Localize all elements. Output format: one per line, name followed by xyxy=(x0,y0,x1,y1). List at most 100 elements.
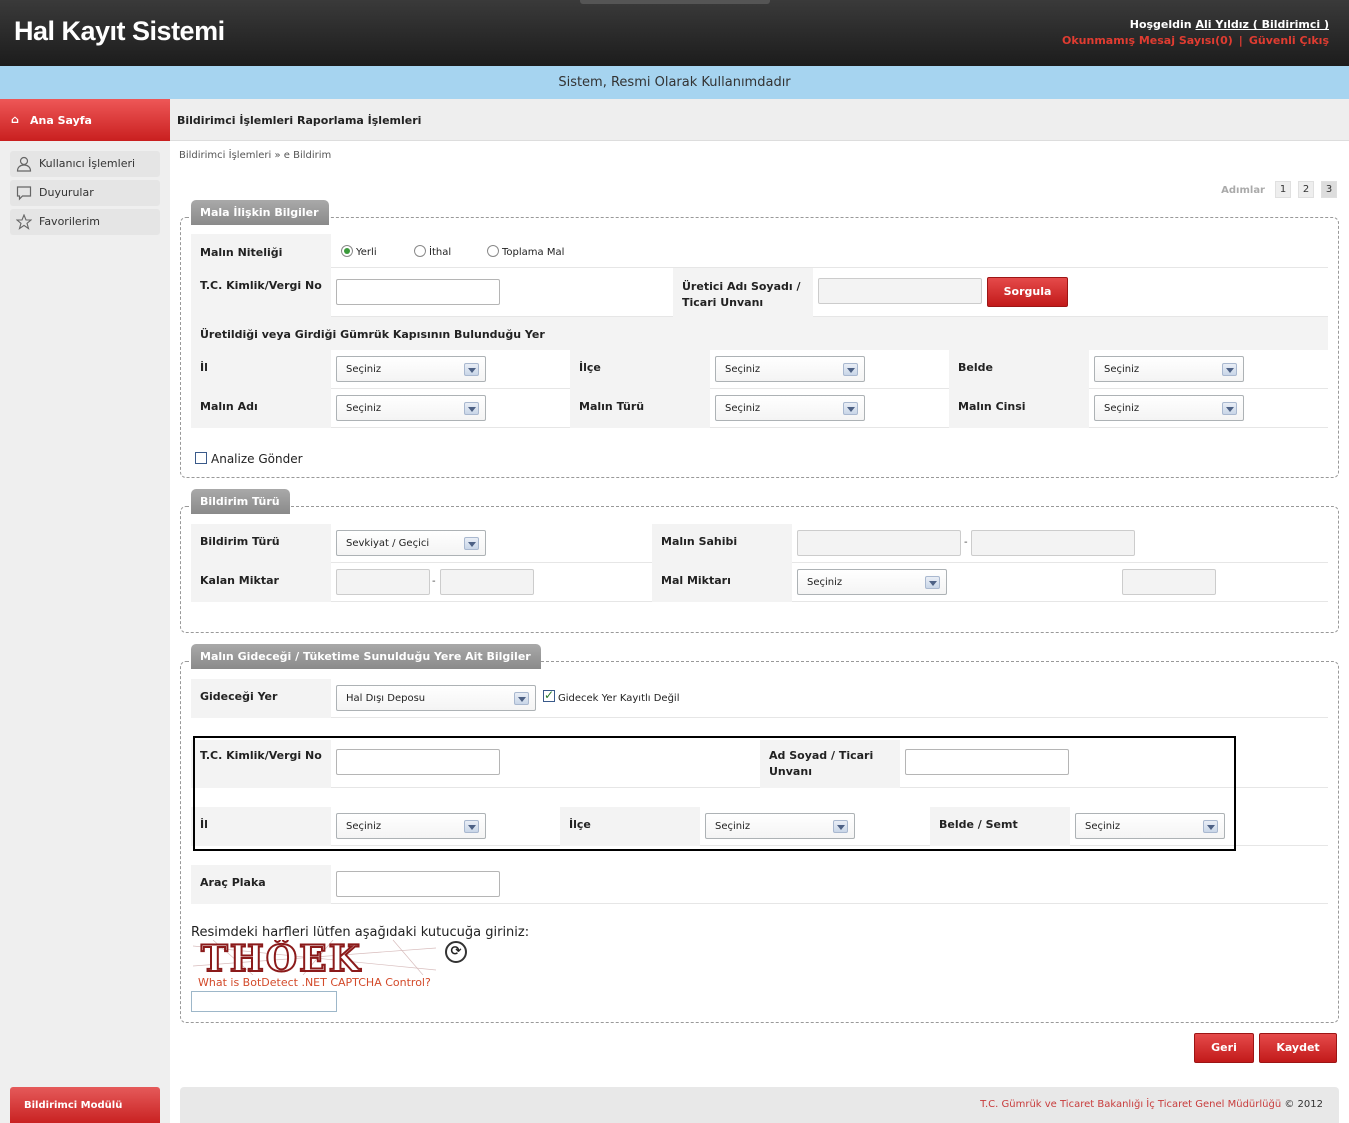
analize-checkbox[interactable] xyxy=(195,452,207,464)
chevron-down-icon xyxy=(843,402,858,415)
footer-text: T.C. Gümrük ve Ticaret Bakanlığı İç Tica… xyxy=(980,1099,1323,1110)
steps: Adımlar 1 2 3 xyxy=(1217,181,1337,201)
label-malin-cinsi: Malın Cinsi xyxy=(949,389,1089,428)
chevron-down-icon xyxy=(514,692,529,705)
highlight-box xyxy=(193,736,1236,851)
malin-sahibi-input-2[interactable] xyxy=(971,530,1135,556)
label-gidecegi-yer: Gideceği Yer xyxy=(191,679,331,718)
bildirim-turu-select[interactable]: Sevkiyat / Geçici xyxy=(336,530,486,556)
breadcrumb: Bildirimci İşlemleri » e Bildirim xyxy=(179,150,332,161)
step-1[interactable]: 1 xyxy=(1275,181,1291,198)
kalan-miktar-input-1[interactable] xyxy=(336,569,430,595)
malin-cinsi-select-value: Seçiniz xyxy=(1104,403,1140,414)
malin-cinsi-select[interactable]: Seçiniz xyxy=(1094,395,1244,421)
home-icon: ⌂ xyxy=(11,113,19,126)
kayitli-degil-label: Gidecek Yer Kayıtlı Değil xyxy=(558,693,680,704)
header-tab xyxy=(580,0,770,4)
sidebar-item-label: Duyurular xyxy=(39,186,94,199)
label-bildirim-turu: Bildirim Türü xyxy=(191,524,331,563)
dash: - xyxy=(432,576,436,587)
refresh-captcha-icon[interactable]: ⟳ xyxy=(445,941,467,963)
malin-adi-select[interactable]: Seçiniz xyxy=(336,395,486,421)
mal-miktari-input[interactable] xyxy=(1122,569,1216,595)
footer-org-link[interactable]: T.C. Gümrük ve Ticaret Bakanlığı İç Tica… xyxy=(980,1099,1281,1110)
captcha-input[interactable] xyxy=(191,991,337,1012)
label-malin-turu: Malın Türü xyxy=(570,389,710,428)
speech-bubble-icon xyxy=(16,186,32,201)
label-belde: Belde xyxy=(949,350,1089,389)
captcha-code: THÖEK xyxy=(201,940,362,975)
dash: - xyxy=(964,537,968,548)
radio-yerli[interactable] xyxy=(341,245,353,257)
kayitli-degil-checkbox[interactable] xyxy=(543,688,555,702)
mal-miktari-select[interactable]: Seçiniz xyxy=(797,569,947,595)
module-button[interactable]: Bildirimci Modülü xyxy=(10,1087,160,1123)
label-uretici-1: Üretici Adı Soyadı / xyxy=(682,280,801,293)
tc-input[interactable] xyxy=(336,279,500,305)
back-button[interactable]: Geri xyxy=(1194,1033,1254,1063)
legend-gidecegi-yer: Malın Gideceği / Tüketime Sunulduğu Yere… xyxy=(191,644,541,669)
malin-adi-select-value: Seçiniz xyxy=(346,403,382,414)
radio-ithal[interactable] xyxy=(414,245,426,257)
gidecegi-yer-value: Hal Dışı Deposu xyxy=(346,693,426,704)
label-malin-sahibi: Malın Sahibi xyxy=(652,524,792,563)
chevron-down-icon xyxy=(843,363,858,376)
radio-toplama-label: Toplama Mal xyxy=(502,247,565,258)
radio-toplama-mal[interactable] xyxy=(487,245,499,257)
user-icon xyxy=(16,156,32,172)
footer: T.C. Gümrük ve Ticaret Bakanlığı İç Tica… xyxy=(180,1087,1339,1123)
step-2[interactable]: 2 xyxy=(1298,181,1314,198)
malin-turu-select[interactable]: Seçiniz xyxy=(715,395,865,421)
ilce-select-value: Seçiniz xyxy=(725,364,761,375)
belde-select-value: Seçiniz xyxy=(1104,364,1140,375)
sidebar-item-label: Favorilerim xyxy=(39,215,100,228)
message-line: Okunmamış Mesaj Sayısı(0) | Güvenli Çıkış xyxy=(1062,34,1329,47)
analize-label: Analize Gönder xyxy=(211,452,303,466)
malin-sahibi-input-1[interactable] xyxy=(797,530,961,556)
label-gumruk: Üretildiği veya Girdiği Gümrük Kapısının… xyxy=(191,317,1328,350)
radio-yerli-label: Yerli xyxy=(356,247,377,258)
legend-bildirim-turu: Bildirim Türü xyxy=(191,489,290,514)
ilce-select[interactable]: Seçiniz xyxy=(715,356,865,382)
legend-mala-iliskin: Mala İlişkin Bilgiler xyxy=(191,200,329,225)
label-tc: T.C. Kimlik/Vergi No xyxy=(191,268,331,317)
steps-label: Adımlar xyxy=(1221,185,1265,196)
gidecegi-yer-select[interactable]: Hal Dışı Deposu xyxy=(336,685,536,711)
sorgula-button[interactable]: Sorgula xyxy=(987,277,1068,307)
sidebar-home-label: Ana Sayfa xyxy=(30,114,92,127)
chevron-down-icon xyxy=(1222,363,1237,376)
captcha-instructions: Resimdeki harfleri lütfen aşağıdaki kutu… xyxy=(191,925,530,940)
sidebar-home[interactable]: ⌂ Ana Sayfa xyxy=(0,99,170,141)
sidebar-item-kullanici[interactable]: Kullanıcı İşlemleri xyxy=(10,151,160,177)
unread-messages-link[interactable]: Okunmamış Mesaj Sayısı(0) xyxy=(1062,34,1233,47)
status-banner: Sistem, Resmi Olarak Kullanımdadır xyxy=(0,66,1349,99)
label-kalan-miktar: Kalan Miktar xyxy=(191,563,331,602)
separator: | xyxy=(1238,34,1243,47)
chevron-down-icon xyxy=(1222,402,1237,415)
belde-select[interactable]: Seçiniz xyxy=(1094,356,1244,382)
save-button[interactable]: Kaydet xyxy=(1259,1033,1337,1063)
chevron-down-icon xyxy=(464,402,479,415)
label-il: İl xyxy=(191,350,331,389)
sidebar: ⌂ Ana Sayfa Kullanıcı İşlemleri Duyurula… xyxy=(0,99,170,1123)
arac-plaka-input[interactable] xyxy=(336,871,500,897)
uretici-input[interactable] xyxy=(818,278,982,304)
footer-copyright: © 2012 xyxy=(1284,1099,1323,1110)
chevron-down-icon xyxy=(464,537,479,550)
bildirim-turu-value: Sevkiyat / Geçici xyxy=(346,538,430,549)
user-link[interactable]: Ali Yıldız ( Bildirimci ) xyxy=(1196,18,1330,31)
malin-turu-select-value: Seçiniz xyxy=(725,403,761,414)
label-uretici-2: Ticari Unvanı xyxy=(682,296,764,309)
chevron-down-icon xyxy=(464,363,479,376)
sidebar-item-duyurular[interactable]: Duyurular xyxy=(10,180,160,206)
label-uretici: Üretici Adı Soyadı / Ticari Unvanı xyxy=(673,268,813,317)
nav-raporlama[interactable]: Raporlama İşlemleri xyxy=(297,114,421,127)
captcha-info-link[interactable]: What is BotDetect .NET CAPTCHA Control? xyxy=(198,976,431,989)
il-select[interactable]: Seçiniz xyxy=(336,356,486,382)
sidebar-item-favorilerim[interactable]: Favorilerim xyxy=(10,209,160,235)
kalan-miktar-input-2[interactable] xyxy=(440,569,534,595)
logout-link[interactable]: Güvenli Çıkış xyxy=(1249,34,1329,47)
step-3[interactable]: 3 xyxy=(1321,181,1337,198)
nav-bildirimci[interactable]: Bildirimci İşlemleri xyxy=(177,114,293,127)
label-ilce: İlçe xyxy=(570,350,710,389)
